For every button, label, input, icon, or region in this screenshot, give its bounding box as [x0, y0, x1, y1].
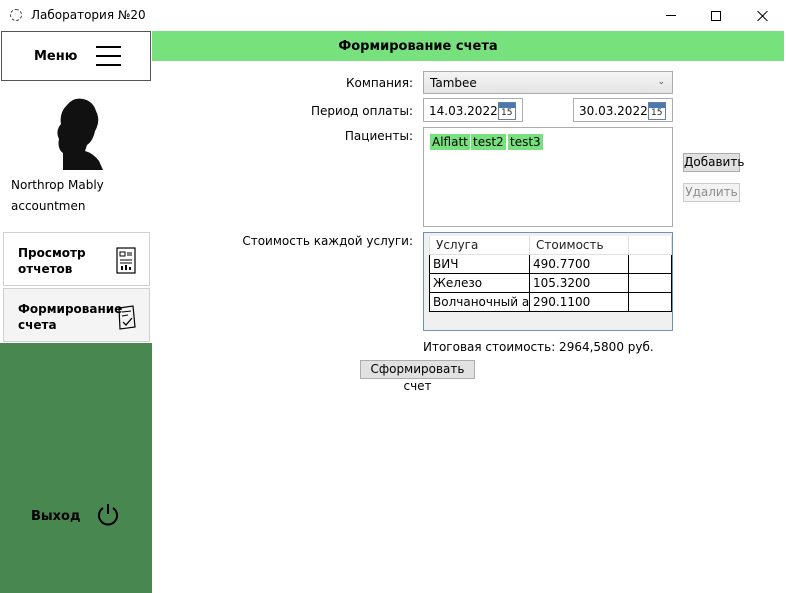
patients-list[interactable]: Alflatt test2 test3 [423, 127, 673, 227]
table-cell[interactable] [629, 293, 672, 312]
page-title: Формирование счета [338, 39, 498, 54]
chevron-down-icon: ⌄ [657, 77, 665, 87]
power-icon [98, 504, 118, 526]
table-cell[interactable]: Волчаночный ан [429, 293, 530, 312]
patient-chip[interactable]: test3 [508, 134, 543, 150]
sidebar-bottom-panel: Выход [0, 343, 152, 593]
nav-item-label: Формирование счета [18, 302, 123, 332]
user-name: Northrop Mably [11, 178, 104, 192]
minimize-icon [666, 15, 676, 16]
minimize-button[interactable] [648, 0, 694, 31]
service-cost-label: Стоимость каждой услуги: [242, 234, 413, 248]
table-cell[interactable]: 490.7700 [530, 255, 629, 274]
nav-item-invoice[interactable]: Формирование счета [3, 288, 150, 342]
maximize-icon [711, 10, 721, 21]
menu-label: Меню [34, 49, 78, 64]
table-cell[interactable] [629, 274, 672, 293]
service-cost-grid[interactable]: Услуга Стоимость ВИЧ 490.7700 Железо 105… [423, 232, 673, 331]
table-cell[interactable]: 105.3200 [530, 274, 629, 293]
close-icon [757, 10, 769, 22]
table-cell[interactable]: ВИЧ [429, 255, 530, 274]
patients-label: Пациенты: [344, 129, 413, 143]
remove-patient-button[interactable]: Удалить [683, 183, 740, 202]
window-title: Лаборатория №20 [31, 8, 146, 22]
close-button[interactable] [740, 0, 786, 31]
table-cell[interactable] [629, 255, 672, 274]
avatar [49, 91, 103, 170]
patient-chip[interactable]: Alflatt [430, 134, 470, 150]
report-icon [116, 247, 136, 274]
title-bar: Лаборатория №20 [0, 0, 786, 31]
period-end-datepicker[interactable]: 30.03.2022 15 [573, 98, 673, 122]
total-cost-text: Итоговая стоимость: 2964,5800 руб. [423, 340, 654, 354]
patient-chip[interactable]: test2 [471, 134, 506, 150]
maximize-button[interactable] [693, 0, 739, 31]
period-start-value: 14.03.2022 [429, 104, 498, 118]
menu-button[interactable]: Меню [1, 31, 151, 81]
period-start-datepicker[interactable]: 14.03.2022 15 [423, 98, 523, 122]
table-row[interactable]: Волчаночный ан 290.1100 [429, 293, 672, 312]
column-header-empty[interactable] [629, 236, 672, 255]
calendar-icon[interactable]: 15 [648, 102, 666, 120]
logout-button[interactable]: Выход [0, 491, 152, 541]
table-cell[interactable]: Железо [429, 274, 530, 293]
nav-item-reports[interactable]: Просмотр отчетов [3, 232, 150, 286]
hamburger-icon [96, 46, 121, 66]
generate-invoice-button[interactable]: Сформировать счет [360, 360, 475, 393]
app-icon [10, 9, 22, 21]
grid-header-row: Услуга Стоимость [429, 236, 672, 255]
company-select[interactable]: Tambee ⌄ [423, 71, 673, 94]
table-cell[interactable]: 290.1100 [530, 293, 629, 312]
sidebar: Меню Northrop Mably accountmen Просмотр … [0, 31, 152, 593]
column-header-cost[interactable]: Стоимость [530, 236, 629, 255]
table-row[interactable]: ВИЧ 490.7700 [429, 255, 672, 274]
invoice-icon [118, 305, 136, 330]
calendar-icon[interactable]: 15 [498, 102, 516, 120]
logout-label: Выход [31, 509, 81, 524]
period-label: Период оплаты: [311, 104, 413, 118]
company-label: Компания: [345, 76, 413, 90]
period-end-value: 30.03.2022 [579, 104, 648, 118]
page-header: Формирование счета [152, 31, 784, 61]
company-value: Tambee [430, 76, 477, 90]
add-patient-button[interactable]: Добавить [683, 153, 744, 172]
user-role: accountmen [11, 199, 86, 213]
nav-item-label: Просмотр отчетов [18, 246, 86, 276]
column-header-service[interactable]: Услуга [429, 236, 530, 255]
table-row[interactable]: Железо 105.3200 [429, 274, 672, 293]
